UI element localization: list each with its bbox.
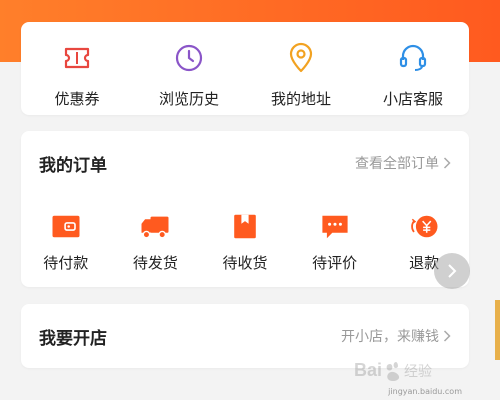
- order-status-label: 待评价: [312, 254, 358, 272]
- location-pin-icon: [289, 42, 313, 73]
- view-all-orders-label: 查看全部订单: [355, 156, 439, 172]
- order-status-pending-payment[interactable]: 待付款: [21, 213, 111, 273]
- open-shop-link[interactable]: 开小店，来赚钱: [341, 326, 451, 346]
- orders-title: 我的订单: [39, 156, 107, 176]
- order-status-pending-review[interactable]: 待评价: [290, 213, 380, 273]
- edge-accent: [495, 300, 500, 360]
- quick-action-address[interactable]: 我的地址: [256, 22, 346, 109]
- baidu-watermark-logo: Bai 经验: [354, 360, 432, 382]
- quick-action-label: 我的地址: [270, 90, 331, 108]
- quick-actions-card: 优惠券 浏览历史 我的地址 小店客服: [21, 22, 469, 115]
- chevron-right-icon: [443, 330, 451, 342]
- clock-icon: [175, 44, 203, 72]
- chevron-right-icon: [443, 157, 451, 169]
- scroll-next-button[interactable]: [434, 253, 470, 289]
- truck-icon: [141, 216, 169, 239]
- refund-icon: [411, 215, 438, 238]
- wallet-icon: [52, 215, 80, 238]
- headset-icon: [399, 44, 427, 71]
- quick-actions-row: 优惠券 浏览历史 我的地址 小店客服: [21, 22, 469, 115]
- order-status-pending-shipment[interactable]: 待发货: [111, 213, 201, 273]
- comment-icon: [321, 215, 348, 239]
- quick-action-service[interactable]: 小店客服: [368, 22, 458, 109]
- coupon-icon: [64, 47, 90, 69]
- quick-action-label: 优惠券: [54, 90, 100, 108]
- watermark-caption: jingyan.baidu.com: [388, 387, 462, 396]
- order-status-row: 待付款 待发货 待收货 待评价 退款: [21, 213, 469, 273]
- quick-action-label: 小店客服: [382, 90, 443, 108]
- open-shop-title: 我要开店: [39, 329, 107, 349]
- order-status-label: 待付款: [43, 254, 89, 272]
- chevron-right-icon: [448, 264, 457, 278]
- svg-text:经验: 经验: [404, 363, 432, 379]
- order-status-pending-receipt[interactable]: 待收货: [200, 213, 290, 273]
- open-shop-cta: 开小店，来赚钱: [341, 329, 439, 345]
- my-orders-card: 我的订单 查看全部订单 待付款 待发货 待收货 待评价 退款: [21, 131, 469, 287]
- order-status-label: 待发货: [132, 254, 178, 272]
- quick-action-history[interactable]: 浏览历史: [144, 22, 234, 109]
- order-status-label: 待收货: [222, 254, 268, 272]
- package-icon: [234, 214, 256, 239]
- quick-action-coupons[interactable]: 优惠券: [32, 22, 122, 109]
- view-all-orders-link[interactable]: 查看全部订单: [355, 153, 451, 173]
- quick-action-label: 浏览历史: [158, 90, 219, 108]
- svg-text:Bai: Bai: [354, 360, 382, 380]
